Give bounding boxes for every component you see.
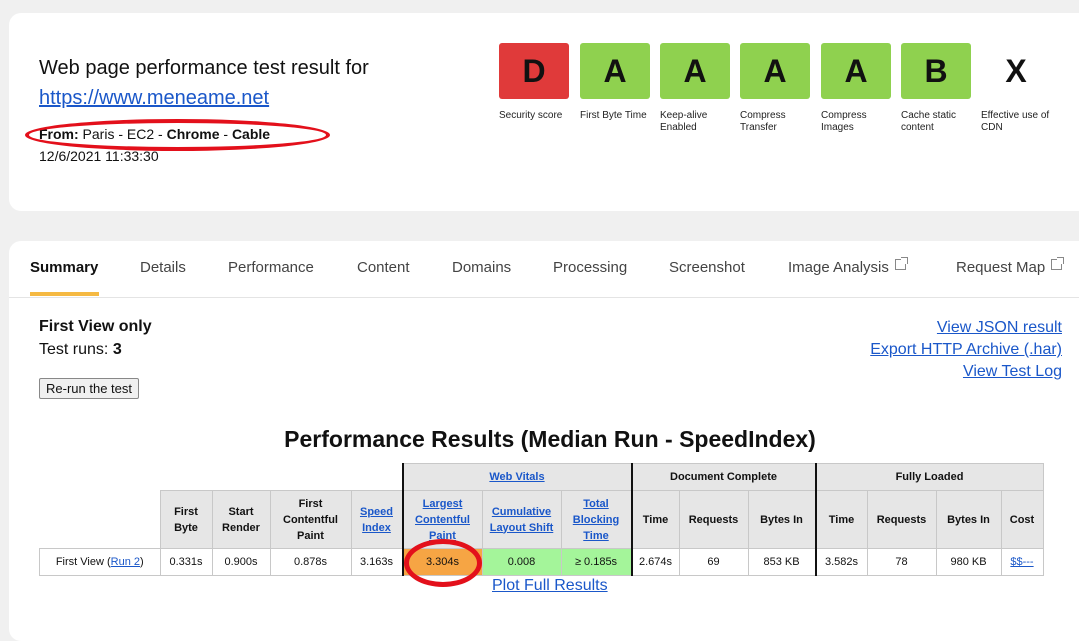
grade-security-box: D <box>499 43 569 99</box>
rerun-test-button[interactable]: Re-run the test <box>39 378 139 399</box>
col-cls: Cumulative Layout Shift <box>481 490 562 549</box>
grade-compress-images-label: Compress Images <box>821 110 867 133</box>
grade-keep-alive[interactable]: A Keep-alive Enabled <box>660 43 730 134</box>
cost-link[interactable]: $$--- <box>1010 556 1033 568</box>
doc-time-value: 2.674s <box>631 548 680 576</box>
tab-screenshot[interactable]: Screenshot <box>669 259 745 276</box>
tab-image-analysis[interactable]: Image Analysis <box>788 257 908 276</box>
full-bytes-value: 980 KB <box>935 548 1002 576</box>
annotation-oval <box>25 119 330 151</box>
col-full-time: Time <box>815 490 868 549</box>
cls-value: 0.008 <box>481 548 562 576</box>
grade-security-label: Security score <box>499 110 563 121</box>
results-table: Web Vitals Document Complete Fully Loade… <box>39 463 1044 576</box>
lcp-value: 3.304s <box>401 548 483 576</box>
table-column-header-row: First Byte Start Render First Contentful… <box>40 490 1044 549</box>
document-complete-header: Document Complete <box>631 463 817 491</box>
grade-cache-static[interactable]: B Cache static content <box>901 43 971 134</box>
grade-cache-static-label: Cache static content <box>901 110 957 133</box>
blank-header <box>40 464 403 491</box>
tab-details[interactable]: Details <box>140 259 186 276</box>
grade-compress-transfer-box: A <box>740 43 810 99</box>
grade-first-byte-box: A <box>580 43 650 99</box>
fully-loaded-header: Fully Loaded <box>815 463 1044 491</box>
col-cost: Cost <box>1000 490 1044 549</box>
grade-cdn[interactable]: X Effective use of CDN <box>981 43 1051 134</box>
result-tabs: Summary Details Performance Content Doma… <box>9 241 1079 298</box>
export-har-link[interactable]: Export HTTP Archive (.har) <box>870 341 1062 359</box>
cost-value: $$--- <box>1000 548 1044 576</box>
grade-compress-images[interactable]: A Compress Images <box>821 43 891 134</box>
tested-url-link[interactable]: https://www.meneame.net <box>39 87 269 110</box>
plot-full-results-link[interactable]: Plot Full Results <box>492 577 608 595</box>
grade-keep-alive-box: A <box>660 43 730 99</box>
runs-label: Test runs: <box>39 341 113 358</box>
view-test-log-link[interactable]: View Test Log <box>963 363 1062 381</box>
col-tbt: Total Blocking Time <box>560 490 633 549</box>
tab-summary[interactable]: Summary <box>30 259 98 276</box>
grade-security[interactable]: D Security score <box>499 43 569 122</box>
grade-cache-static-box: B <box>901 43 971 99</box>
full-requests-value: 78 <box>866 548 937 576</box>
test-runs: Test runs: 3 <box>39 341 122 359</box>
tbt-link[interactable]: Total Blocking Time <box>573 498 619 542</box>
grade-compress-transfer[interactable]: A Compress Transfer <box>740 43 810 134</box>
results-title: Performance Results (Median Run - SpeedI… <box>284 426 816 452</box>
page-title: Web page performance test result for <box>39 57 369 79</box>
external-link-icon <box>1051 257 1065 270</box>
tab-request-map-label: Request Map <box>956 259 1046 276</box>
col-full-bytes: Bytes In <box>935 490 1002 549</box>
doc-requests-value: 69 <box>678 548 749 576</box>
tab-request-map[interactable]: Request Map <box>956 257 1065 276</box>
row-label: First View (Run 2) <box>39 548 161 576</box>
first-byte-value: 0.331s <box>159 548 213 576</box>
results-card: Summary Details Performance Content Doma… <box>9 241 1079 641</box>
web-vitals-header: Web Vitals <box>401 463 633 491</box>
speed-index-link[interactable]: Speed Index <box>360 506 393 534</box>
speed-index-value: 3.163s <box>350 548 403 576</box>
lcp-link[interactable]: Largest Contentful Paint <box>415 498 470 542</box>
view-title: First View only <box>39 318 152 335</box>
tab-content[interactable]: Content <box>357 259 410 276</box>
grade-cdn-label: Effective use of CDN <box>981 110 1050 133</box>
col-doc-bytes: Bytes In <box>747 490 817 549</box>
table-row: First View (Run 2) 0.331s 0.900s 0.878s … <box>39 548 1044 576</box>
row-label-text: First View ( <box>55 556 111 568</box>
active-tab-indicator <box>30 292 99 296</box>
run-2-link[interactable]: Run 2 <box>111 556 140 568</box>
row-label-end: ) <box>140 556 144 568</box>
col-speed-index: Speed Index <box>350 490 403 549</box>
tab-processing[interactable]: Processing <box>553 259 627 276</box>
col-doc-time: Time <box>631 490 680 549</box>
external-link-icon <box>894 257 908 270</box>
col-fcp: First Contentful Paint <box>269 490 352 549</box>
tab-image-analysis-label: Image Analysis <box>788 259 889 276</box>
col-first-byte: First Byte <box>159 490 213 549</box>
fcp-value: 0.878s <box>269 548 352 576</box>
grade-first-byte[interactable]: A First Byte Time <box>580 43 650 122</box>
full-time-value: 3.582s <box>815 548 868 576</box>
tab-domains[interactable]: Domains <box>452 259 511 276</box>
col-full-requests: Requests <box>866 490 937 549</box>
col-start-render: Start Render <box>211 490 271 549</box>
tbt-value: ≥ 0.185s <box>560 548 633 576</box>
blank-header <box>40 491 161 549</box>
start-render-value: 0.900s <box>211 548 271 576</box>
grade-keep-alive-label: Keep-alive Enabled <box>660 110 708 133</box>
tab-performance[interactable]: Performance <box>228 259 314 276</box>
grade-compress-transfer-label: Compress Transfer <box>740 110 786 133</box>
test-result-header-card: Web page performance test result for htt… <box>9 13 1079 211</box>
web-vitals-link[interactable]: Web Vitals <box>489 471 544 483</box>
grade-first-byte-label: First Byte Time <box>580 110 647 121</box>
grade-compress-images-box: A <box>821 43 891 99</box>
grade-cdn-box: X <box>981 43 1051 99</box>
cls-link[interactable]: Cumulative Layout Shift <box>490 506 554 534</box>
view-json-link[interactable]: View JSON result <box>937 319 1062 337</box>
doc-bytes-value: 853 KB <box>747 548 817 576</box>
col-lcp: Largest Contentful Paint <box>401 490 483 549</box>
table-group-header-row: Web Vitals Document Complete Fully Loade… <box>40 463 1044 491</box>
col-doc-requests: Requests <box>678 490 749 549</box>
runs-value: 3 <box>112 341 122 358</box>
